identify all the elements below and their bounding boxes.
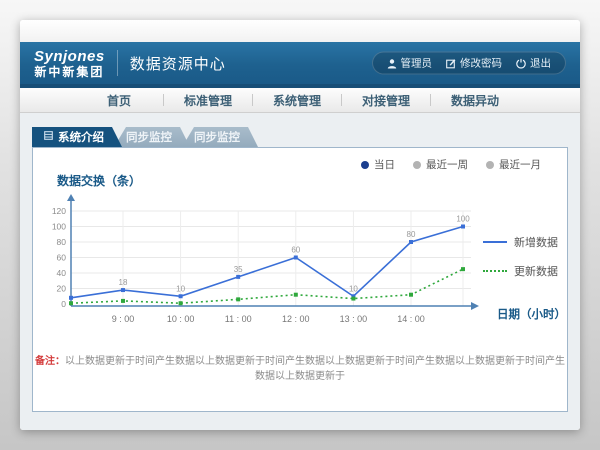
tab-label: 系统介绍 (58, 129, 104, 145)
radio-last-week[interactable]: 最近一周 (413, 157, 468, 172)
chart-legend: 新增数据 更新数据 (483, 234, 558, 279)
user-icon (387, 58, 397, 68)
svg-text:0: 0 (61, 299, 66, 309)
svg-text:9 : 00: 9 : 00 (112, 314, 135, 324)
svg-text:11 : 00: 11 : 00 (225, 314, 252, 324)
svg-text:10: 10 (176, 284, 185, 293)
user-toolbar: 管理员 修改密码 退出 (372, 52, 567, 75)
company-logo: Synjones 新中新集团 (34, 49, 117, 78)
tab-sync-monitor-1[interactable]: 同步监控 (114, 127, 190, 147)
footnote-label: 备注： (35, 356, 65, 367)
svg-text:80: 80 (57, 237, 67, 247)
radio-label: 当日 (374, 157, 395, 172)
tab-sync-monitor-2[interactable]: 同步监控 (182, 127, 258, 147)
content-area: 系统介绍 同步监控 同步监控 当日 最近一周 (20, 113, 580, 430)
logo-text-en: Synjones (34, 49, 105, 64)
svg-text:35: 35 (234, 265, 243, 274)
footnote: 备注：以上数据更新于时间产生数据以上数据更新于时间产生数据以上数据更新于时间产生… (33, 352, 567, 382)
dotted-line-icon (483, 270, 507, 272)
logout-label: 退出 (530, 56, 551, 71)
radio-label: 最近一月 (499, 157, 541, 172)
line-chart: 0 20 40 60 80 100 120 9 : 00 10 : 00 11 : 00 12 : … (43, 186, 487, 328)
x-axis-title: 日期（小时） (497, 306, 566, 322)
change-password-label: 修改密码 (460, 56, 502, 71)
power-icon (516, 58, 526, 68)
svg-text:60: 60 (57, 253, 67, 263)
nav-item-system-mgmt[interactable]: 系统管理 (253, 92, 341, 109)
legend-label: 新增数据 (514, 234, 558, 250)
svg-text:120: 120 (52, 206, 66, 216)
legend-item-new-data: 新增数据 (483, 234, 558, 250)
svg-text:40: 40 (57, 268, 67, 278)
radio-last-month[interactable]: 最近一月 (486, 157, 541, 172)
svg-text:13 : 00: 13 : 00 (340, 314, 368, 324)
logo-divider (117, 50, 118, 76)
nav-item-home[interactable]: 首页 (75, 92, 163, 109)
edit-icon (446, 58, 456, 68)
svg-text:100: 100 (52, 222, 66, 232)
chart-panel: 当日 最近一周 最近一月 数据交换（条） 0204060801001209 : … (32, 147, 568, 412)
radio-label: 最近一周 (426, 157, 468, 172)
nav-item-docking-mgmt[interactable]: 对接管理 (342, 92, 430, 109)
radio-dot-icon (486, 161, 494, 169)
svg-text:100: 100 (456, 215, 470, 224)
tab-bar: 系统介绍 同步监控 同步监控 (32, 127, 258, 147)
change-password-button[interactable]: 修改密码 (446, 56, 502, 71)
svg-text:80: 80 (407, 230, 416, 239)
legend-item-updated-data: 更新数据 (483, 263, 558, 279)
radio-dot-icon (361, 161, 369, 169)
footnote-text: 以上数据更新于时间产生数据以上数据更新于时间产生数据以上数据更新于时间产生数据以… (65, 356, 565, 382)
svg-text:18: 18 (119, 278, 128, 287)
svg-text:12 : 00: 12 : 00 (282, 314, 310, 324)
window-top-strip (20, 20, 580, 42)
main-nav: 首页 标准管理 系统管理 对接管理 数据异动 (20, 88, 580, 113)
nav-item-standard-mgmt[interactable]: 标准管理 (164, 92, 252, 109)
app-window: Synjones 新中新集团 数据资源中心 管理员 修改密码 (20, 20, 580, 430)
svg-text:10: 10 (349, 284, 358, 293)
app-header: Synjones 新中新集团 数据资源中心 管理员 修改密码 (20, 42, 580, 88)
tab-label: 同步监控 (126, 129, 172, 145)
logo-text-cn: 新中新集团 (34, 66, 104, 78)
solid-line-icon (483, 241, 507, 243)
page-title: 数据资源中心 (130, 53, 226, 74)
svg-text:20: 20 (57, 284, 67, 294)
document-grid-icon (44, 131, 53, 143)
time-range-filter: 当日 最近一周 最近一月 (361, 157, 541, 172)
legend-label: 更新数据 (514, 263, 558, 279)
logout-button[interactable]: 退出 (516, 56, 551, 71)
radio-today[interactable]: 当日 (361, 157, 395, 172)
radio-dot-icon (413, 161, 421, 169)
current-user-button[interactable]: 管理员 (387, 56, 433, 71)
tab-system-intro[interactable]: 系统介绍 (32, 127, 122, 147)
current-user-label: 管理员 (401, 56, 433, 71)
tab-label: 同步监控 (194, 129, 240, 145)
svg-text:14 : 00: 14 : 00 (397, 314, 425, 324)
nav-item-data-changes[interactable]: 数据异动 (431, 92, 519, 109)
svg-text:60: 60 (291, 246, 300, 255)
svg-text:10 : 00: 10 : 00 (167, 314, 195, 324)
